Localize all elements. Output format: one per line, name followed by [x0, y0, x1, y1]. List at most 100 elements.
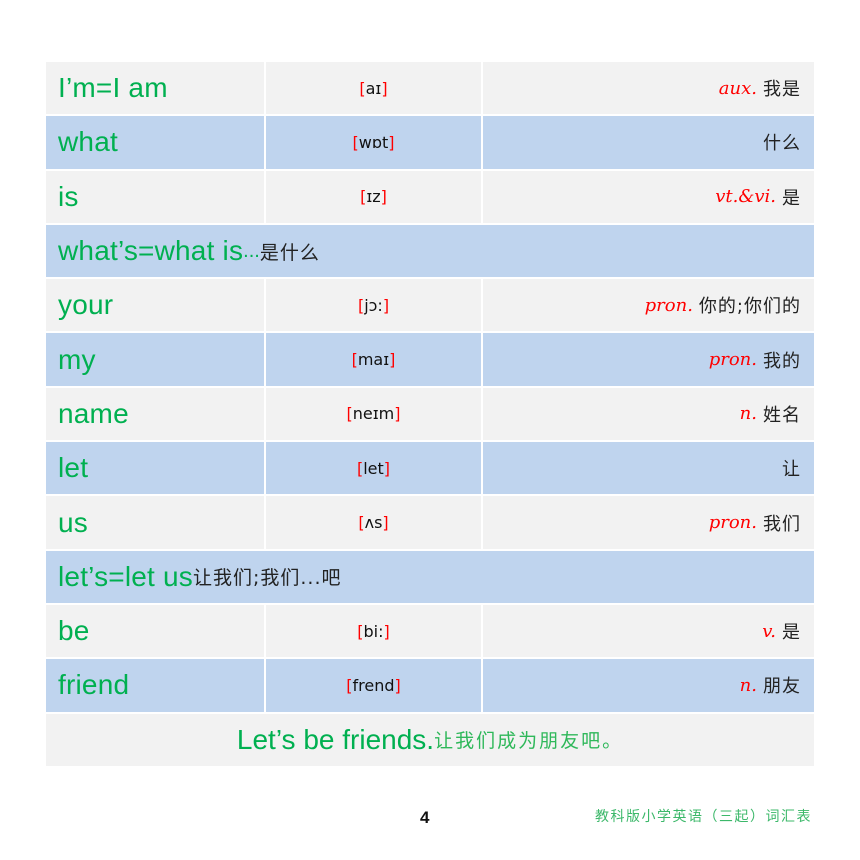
english-word: I’m=I am — [58, 72, 168, 104]
english-word: your — [58, 289, 114, 321]
part-of-speech: pron. — [644, 294, 693, 316]
vocab-row: friend [frend] n. 朋友 — [46, 659, 814, 712]
bracket-close: ] — [383, 621, 390, 641]
vocab-row: Let’s be friends. 让我们成为朋友吧。 — [46, 713, 814, 766]
meaning-cell: n. 朋友 — [483, 659, 814, 712]
phonetic-cell: [maɪ] — [266, 333, 481, 386]
vocab-row: my [maɪ] pron. 我的 — [46, 333, 814, 386]
word-cell: friend — [46, 659, 264, 712]
phonetic-transcription: [aɪ] — [359, 79, 387, 98]
part-of-speech: n. — [739, 403, 757, 425]
english-word: is — [58, 180, 79, 212]
english-phrase: let’s=let us — [58, 560, 193, 592]
phonetic-text: ɪz — [366, 187, 381, 207]
english-word: let — [58, 452, 89, 484]
bracket-close: ] — [383, 458, 391, 478]
chinese-meaning: 朋友 — [763, 676, 801, 698]
phonetic-text: bi: — [363, 621, 384, 641]
phonetic-text: maɪ — [357, 350, 390, 370]
bracket-close: ] — [388, 132, 395, 152]
phonetic-cell: [jɔ:] — [266, 279, 481, 332]
chinese-translation: 让我们成为朋友吧。 — [434, 730, 624, 753]
vocab-row: let’s=let us 让我们;我们...吧 — [46, 550, 814, 603]
phonetic-cell: [bi:] — [266, 604, 481, 658]
chinese-meaning: 我的 — [763, 350, 801, 372]
phonetic-transcription: [jɔ:] — [358, 296, 389, 315]
word-cell: I’m=I am — [46, 62, 264, 115]
phonetic-text: frend — [352, 675, 395, 695]
word-cell: us — [46, 496, 264, 549]
phonetic-cell: [frend] — [266, 659, 481, 712]
meaning-cell: 让 — [483, 442, 814, 495]
word-cell: what — [46, 116, 264, 169]
bracket-close: ] — [381, 78, 388, 98]
vocab-row: your [jɔ:] pron. 你的;你们的 — [46, 279, 814, 332]
phonetic-cell: [ʌs] — [266, 496, 481, 549]
phonetic-cell: [wɒt] — [266, 116, 481, 169]
word-cell: be — [46, 604, 264, 658]
footer-book-title: 教科版小学英语（三起）词汇表 — [595, 809, 812, 825]
bracket-close: ] — [382, 295, 390, 315]
bracket-close: ] — [394, 675, 401, 695]
page-number: 4 — [420, 808, 430, 827]
phonetic-transcription: [neɪm] — [346, 404, 400, 423]
vocab-row: what’s=what is... 是什么 — [46, 224, 814, 278]
vocab-row: let [let] 让 — [46, 442, 814, 495]
word-cell: name — [46, 387, 264, 441]
part-of-speech: pron. — [708, 349, 757, 371]
meaning-cell: vt.&vi. 是 — [483, 170, 814, 223]
meaning-cell: v. 是 — [483, 604, 814, 658]
phonetic-text: jɔ: — [364, 295, 383, 315]
chinese-meaning: 我是 — [763, 79, 801, 101]
phonetic-transcription: [frend] — [346, 676, 401, 695]
vocab-row: name [neɪm] n. 姓名 — [46, 387, 814, 441]
meaning-cell: n. 姓名 — [483, 387, 814, 441]
phonetic-transcription: [wɒt] — [352, 133, 394, 152]
vocab-row: be [bi:] v. 是 — [46, 604, 814, 658]
phonetic-cell: [let] — [266, 442, 481, 495]
phonetic-transcription: [ʌs] — [358, 513, 388, 532]
part-of-speech: pron. — [708, 512, 757, 534]
part-of-speech: v. — [762, 620, 776, 642]
vocab-row: what [wɒt] 什么 — [46, 116, 814, 169]
phonetic-cell: [aɪ] — [266, 62, 481, 115]
chinese-meaning: 让 — [782, 459, 801, 481]
chinese-meaning: 是 — [782, 187, 801, 209]
phonetic-transcription: [let] — [357, 459, 390, 478]
phonetic-text: aɪ — [365, 78, 382, 98]
meaning-cell: 什么 — [483, 116, 814, 169]
vocab-row: I’m=I am [aɪ] aux. 我是 — [46, 62, 814, 115]
meaning-cell: pron. 我的 — [483, 333, 814, 386]
vocab-row: is [ɪz] vt.&vi. 是 — [46, 170, 814, 223]
sentence-cell: Let’s be friends. 让我们成为朋友吧。 — [46, 713, 814, 766]
chinese-meaning: 姓名 — [763, 404, 801, 426]
chinese-meaning: 你的;你们的 — [698, 296, 801, 318]
english-phrase: what’s=what is — [58, 235, 244, 267]
bracket-close: ] — [382, 513, 389, 533]
chinese-meaning: 是 — [782, 622, 801, 644]
chinese-meaning: 我们 — [763, 513, 801, 535]
word-cell: let — [46, 442, 264, 495]
chinese-meaning: 什么 — [763, 133, 801, 155]
phonetic-transcription: [maɪ] — [352, 350, 396, 369]
phonetic-cell: [neɪm] — [266, 387, 481, 441]
phonetic-text: ʌs — [364, 513, 383, 533]
phonetic-transcription: [bi:] — [357, 622, 390, 641]
word-cell: is — [46, 170, 264, 223]
phonetic-text: let — [363, 458, 384, 478]
phrase-cell: let’s=let us 让我们;我们...吧 — [46, 550, 814, 603]
english-word: my — [58, 343, 96, 375]
english-word: what — [58, 126, 118, 158]
english-word: name — [58, 397, 129, 429]
phrase-cell: what’s=what is... 是什么 — [46, 224, 814, 278]
phonetic-text: wɒt — [358, 132, 389, 152]
part-of-speech: vt.&vi. — [715, 186, 776, 208]
english-word: us — [58, 506, 88, 538]
phonetic-transcription: [ɪz] — [360, 187, 387, 206]
chinese-meaning: 是什么 — [259, 241, 320, 264]
part-of-speech: n. — [739, 674, 757, 696]
ellipsis: ... — [243, 239, 260, 262]
english-sentence: Let’s be friends. — [236, 723, 435, 755]
chinese-meaning: 让我们;我们...吧 — [192, 567, 342, 590]
bracket-close: ] — [380, 187, 387, 207]
